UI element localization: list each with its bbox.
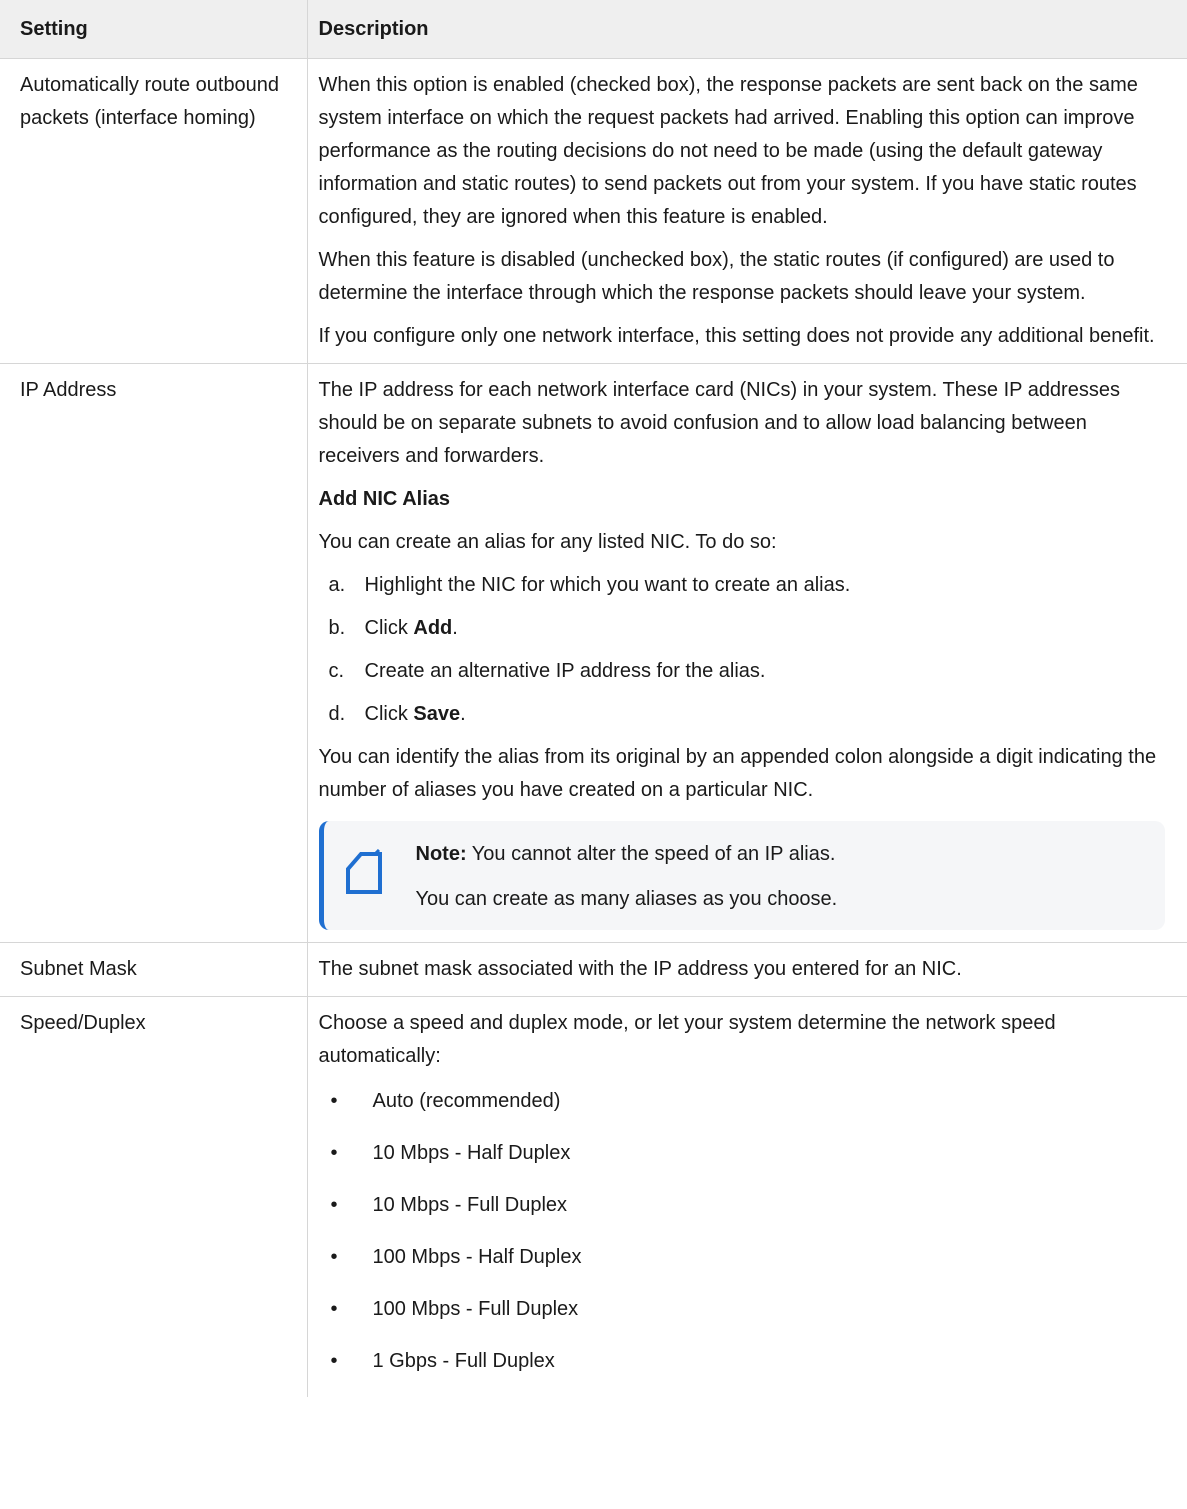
setting-description: The IP address for each network interfac…	[306, 363, 1187, 943]
setting-name: Subnet Mask	[0, 942, 307, 997]
step-text: Click Save.	[365, 698, 466, 731]
option-text: 10 Mbps - Half Duplex	[372, 1142, 571, 1164]
header-setting: Setting	[0, 0, 307, 59]
list-item: • 10 Mbps - Half Duplex	[319, 1137, 1166, 1170]
description-paragraph: Choose a speed and duplex mode, or let y…	[318, 1012, 1056, 1067]
setting-description: The subnet mask associated with the IP a…	[306, 942, 1187, 997]
list-item: d. Click Save.	[319, 698, 1166, 731]
step-text: Highlight the NIC for which you want to …	[364, 574, 851, 596]
table-row: Automatically route outbound packets (in…	[0, 58, 1187, 364]
description-paragraph: The IP address for each network interfac…	[318, 379, 1120, 467]
step-text-prefix: Click	[364, 617, 414, 639]
bullet-icon: •	[330, 1246, 338, 1268]
options-list: • Auto (recommended) • 10 Mbps - Half Dupl…	[319, 1085, 1166, 1378]
list-item: b. Click Add.	[319, 612, 1166, 645]
step-text: Create an alternative IP address for the…	[364, 660, 766, 682]
option-text: 1 Gbps - Full Duplex	[372, 1350, 555, 1372]
step-text-suffix: .	[460, 703, 466, 725]
bullet-icon: •	[330, 1090, 338, 1112]
step-text-prefix: Click	[364, 703, 414, 725]
description-paragraph: You can create an alias for any listed N…	[318, 531, 777, 553]
table-header-row: Setting Description	[0, 0, 1187, 59]
step-text-suffix: .	[452, 617, 458, 639]
step-marker: d.	[328, 703, 346, 725]
setting-name: Automatically route outbound packets (in…	[0, 58, 307, 364]
note-callout: Note: You cannot alter the speed of an I…	[318, 821, 1165, 930]
step-text: Click Add.	[365, 612, 458, 645]
description-paragraph: When this option is enabled (checked box…	[318, 74, 1138, 228]
table-row: Subnet Mask The subnet mask associated w…	[0, 942, 1187, 997]
list-item: • 10 Mbps - Full Duplex	[319, 1189, 1166, 1222]
settings-table: Setting Description Automatically route …	[0, 0, 1187, 1397]
note-label: Note:	[415, 843, 467, 865]
list-item: • 100 Mbps - Full Duplex	[319, 1293, 1166, 1326]
note-text: You cannot alter the speed of an IP alia…	[466, 843, 836, 865]
setting-name: IP Address	[0, 363, 307, 943]
step-bold-term: Add	[413, 617, 453, 639]
setting-description: When this option is enabled (checked box…	[306, 58, 1187, 364]
step-marker: a.	[328, 574, 346, 596]
list-item: • Auto (recommended)	[319, 1085, 1166, 1118]
description-paragraph: When this feature is disabled (unchecked…	[318, 249, 1115, 304]
bullet-icon: •	[330, 1298, 338, 1320]
header-description: Description	[306, 0, 1187, 59]
step-bold-term: Save	[413, 703, 461, 725]
bullet-icon: •	[330, 1194, 338, 1216]
list-item: • 1 Gbps - Full Duplex	[319, 1345, 1166, 1378]
setting-description: Choose a speed and duplex mode, or let y…	[306, 996, 1187, 1397]
bullet-icon: •	[330, 1142, 338, 1164]
bullet-icon: •	[330, 1350, 338, 1372]
setting-name: Speed/Duplex	[20, 1012, 146, 1034]
option-text: Auto (recommended)	[372, 1090, 561, 1112]
subsection-heading: Add NIC Alias	[318, 488, 451, 510]
table-row: Speed/Duplex Choose a speed and duplex m…	[0, 996, 1187, 1397]
steps-list: a. Highlight the NIC for which you want …	[319, 569, 1166, 731]
step-marker: b.	[328, 617, 346, 639]
note-line: Note: You cannot alter the speed of an I…	[416, 838, 1146, 871]
description-paragraph: You can identify the alias from its orig…	[318, 746, 1157, 801]
table-row: IP Address The IP address for each netwo…	[0, 363, 1187, 943]
note-icon	[345, 849, 382, 894]
list-item: c. Create an alternative IP address for …	[319, 655, 1166, 688]
list-item: • 100 Mbps - Half Duplex	[319, 1241, 1166, 1274]
list-item: a. Highlight the NIC for which you want …	[319, 569, 1166, 602]
option-text: 10 Mbps - Full Duplex	[372, 1194, 568, 1216]
note-line: You can create as many aliases as you ch…	[415, 888, 838, 910]
option-text: 100 Mbps - Full Duplex	[372, 1298, 579, 1320]
option-text: 100 Mbps - Half Duplex	[372, 1246, 582, 1268]
step-marker: c.	[328, 660, 345, 682]
description-paragraph: If you configure only one network interf…	[318, 325, 1155, 347]
description-paragraph: The subnet mask associated with the IP a…	[318, 958, 962, 980]
